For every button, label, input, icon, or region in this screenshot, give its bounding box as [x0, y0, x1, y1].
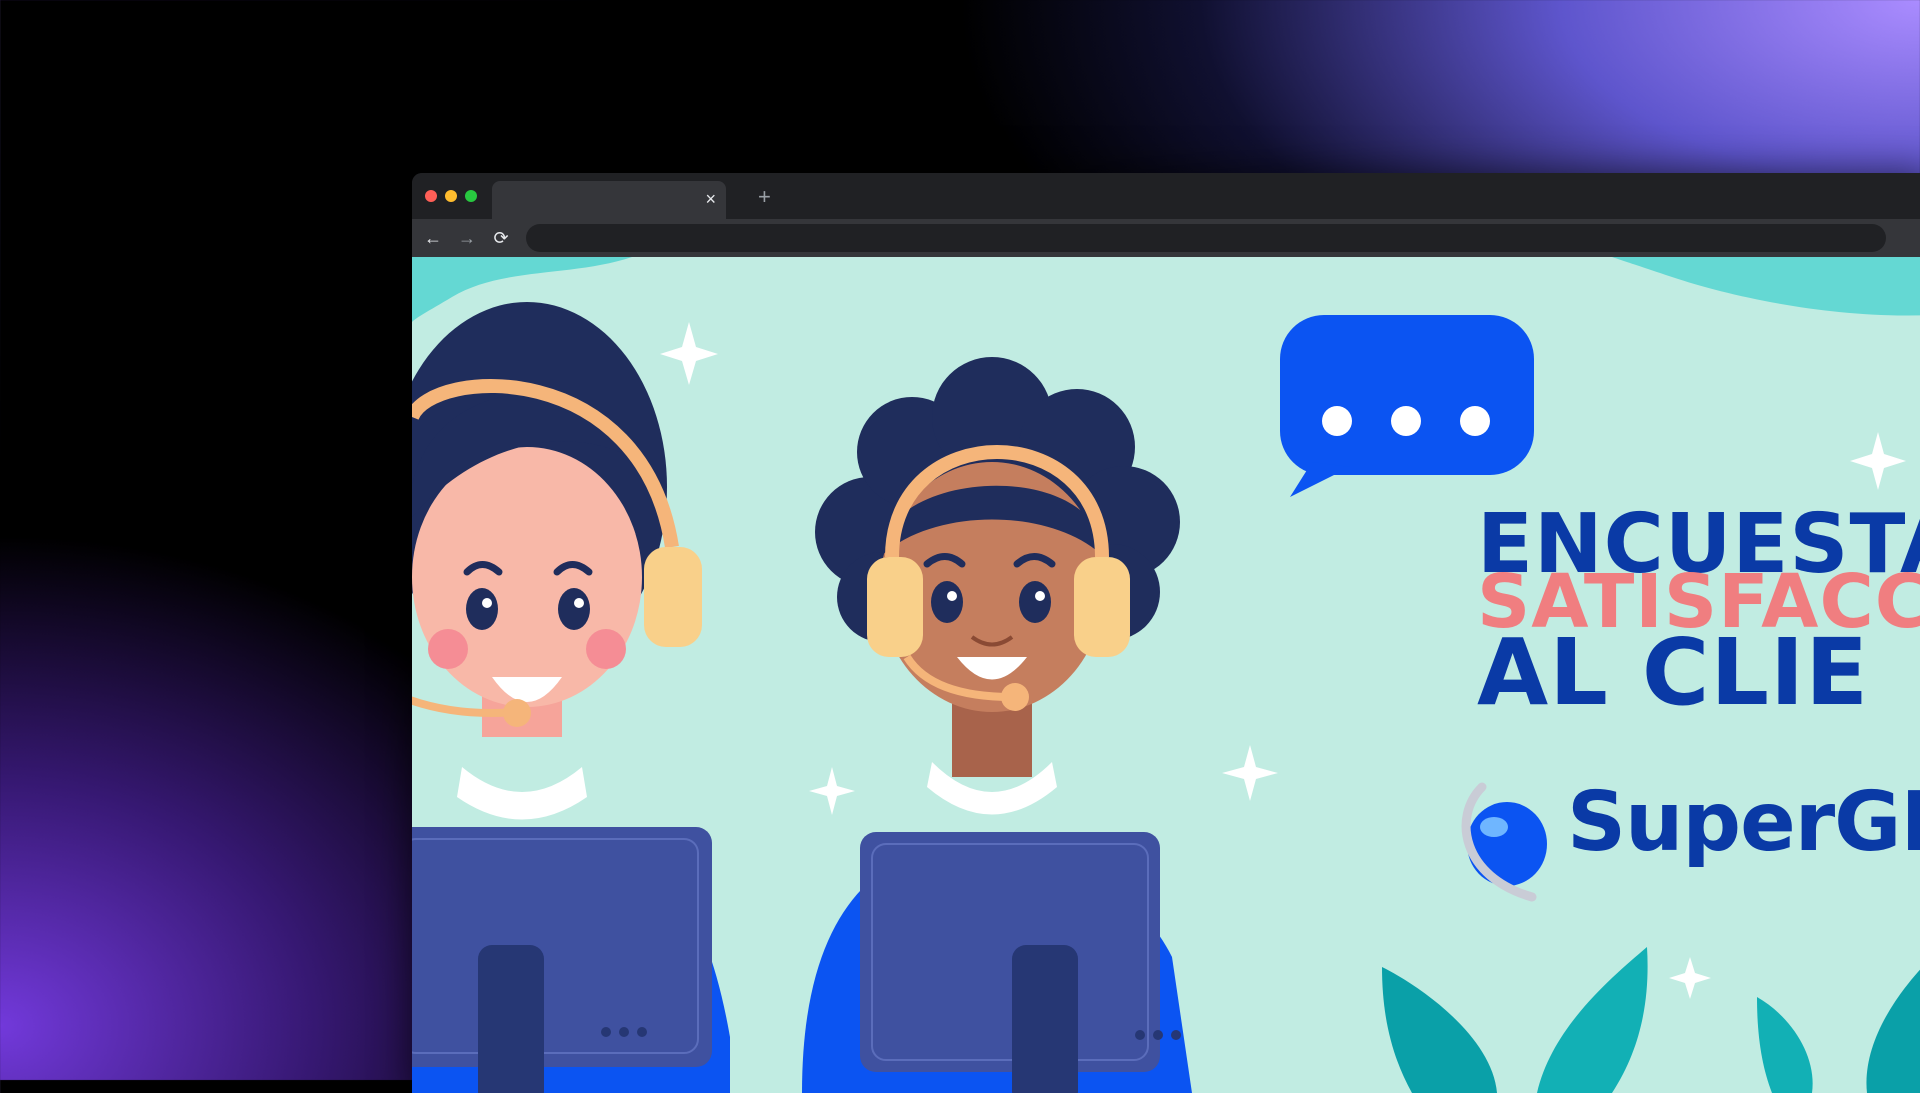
brand-logo-text: SuperGI — [1567, 775, 1920, 870]
browser-window: × + ← → ⟳ ⋮ — [412, 173, 1920, 1093]
back-arrow-icon[interactable]: ← — [422, 227, 444, 249]
tab-close-icon[interactable]: × — [705, 189, 716, 209]
tab-strip: × + — [412, 173, 1920, 219]
globe-logo-icon — [1461, 782, 1547, 902]
close-window-button[interactable] — [425, 190, 437, 202]
chat-bubble-icon — [1280, 315, 1534, 497]
sparkle-icon — [1850, 432, 1906, 490]
agent-woman-illustration — [412, 302, 730, 1093]
address-bar[interactable] — [526, 224, 1886, 252]
sparkle-icon — [660, 322, 718, 385]
page-content: ENCUESTA SATISFACC AL CLIE SuperGI — [412, 257, 1920, 1093]
sparkle-icon — [1669, 957, 1711, 999]
plant-leaves-illustration — [1382, 947, 1920, 1093]
browser-toolbar: ← → ⟳ ⋮ — [412, 219, 1920, 257]
maximize-window-button[interactable] — [465, 190, 477, 202]
sparkle-icon — [809, 767, 855, 815]
forward-arrow-icon[interactable]: → — [456, 227, 478, 249]
new-tab-icon[interactable]: + — [758, 185, 771, 209]
banner-title-line-3: AL CLIE — [1477, 619, 1870, 726]
browser-tab[interactable]: × — [492, 181, 726, 219]
top-right-blob — [1612, 257, 1920, 316]
reload-icon[interactable]: ⟳ — [490, 227, 512, 249]
minimize-window-button[interactable] — [445, 190, 457, 202]
agent-man-illustration — [802, 357, 1192, 1093]
sparkle-icon — [1222, 745, 1278, 801]
